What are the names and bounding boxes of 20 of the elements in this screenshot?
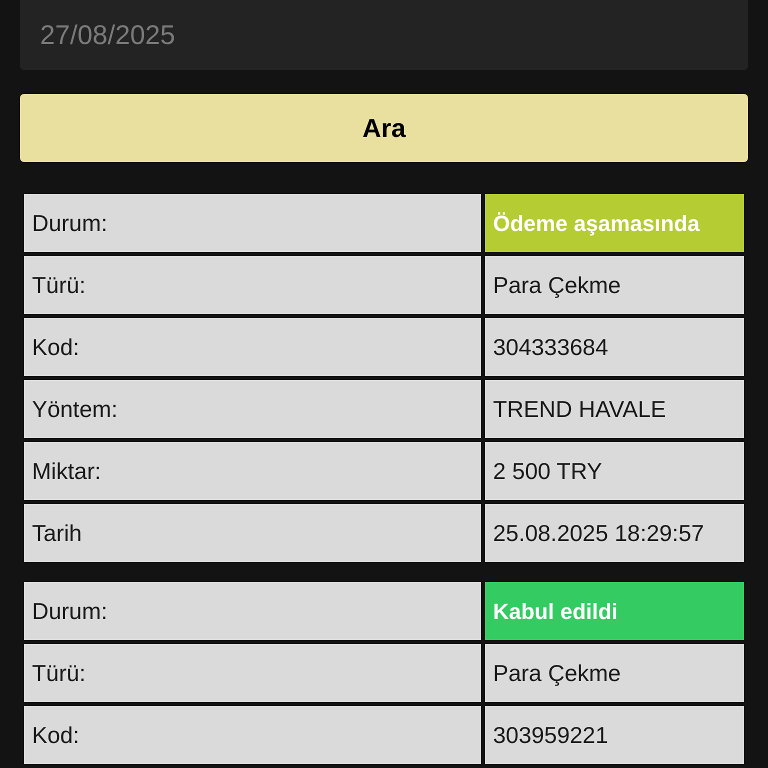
table-cell: Para Çekme (485, 256, 744, 314)
table-cell: Tarih (24, 504, 481, 562)
table-cell: Yöntem: (24, 380, 481, 438)
date-field[interactable]: 27/08/2025 (20, 0, 748, 70)
table-cell: Para Çekme (485, 644, 744, 702)
table-cell: Kod: (24, 706, 481, 764)
table-cell: 303959221 (485, 706, 744, 764)
table-cell: Kod: (24, 318, 481, 376)
status-cell: Ödeme aşamasında (485, 194, 744, 252)
table-cell: Türü: (24, 644, 481, 702)
table-cell: 304333684 (485, 318, 744, 376)
table-cell: Miktar: (24, 442, 481, 500)
search-button[interactable]: Ara (20, 94, 748, 162)
table-cell: Durum: (24, 582, 481, 640)
table-cell: 2 500 TRY (485, 442, 744, 500)
table-cell: Türü: (24, 256, 481, 314)
table-cell: TREND HAVALE (485, 380, 744, 438)
status-cell: Kabul edildi (485, 582, 744, 640)
table-cell: Durum: (24, 194, 481, 252)
table-cell: 25.08.2025 18:29:57 (485, 504, 744, 562)
